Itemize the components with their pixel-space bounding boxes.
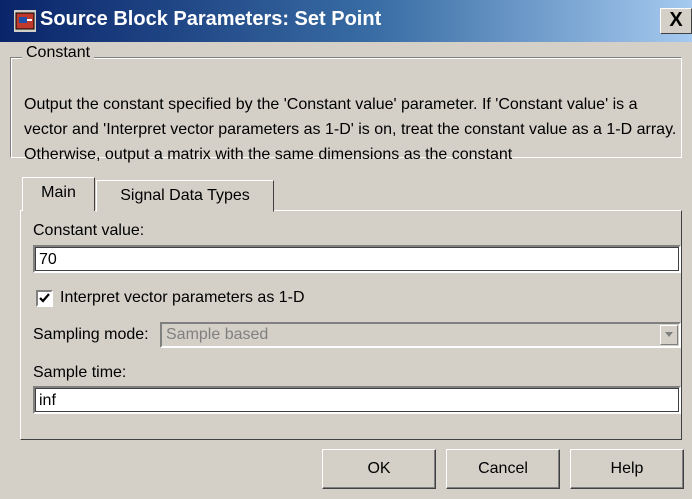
window-title: Source Block Parameters: Set Point	[40, 8, 382, 30]
constant-value-label: Constant value:	[33, 222, 145, 239]
close-icon: X	[669, 9, 683, 31]
tab-main[interactable]: Main	[22, 177, 95, 211]
sample-time-input[interactable]: inf	[33, 386, 681, 414]
help-button[interactable]: Help	[570, 449, 684, 489]
block-description: Output the constant specified by the 'Co…	[24, 96, 677, 163]
dropdown-button[interactable]	[660, 325, 678, 345]
ok-button[interactable]: OK	[322, 449, 436, 489]
sampling-mode-value: Sample based	[166, 326, 269, 343]
interpret-1d-label: Interpret vector parameters as 1-D	[60, 289, 305, 306]
close-button[interactable]: X	[660, 8, 692, 34]
cancel-button[interactable]: Cancel	[446, 449, 560, 489]
sampling-mode-label: Sampling mode:	[33, 326, 149, 343]
title-bar[interactable]: Source Block Parameters: Set Point X	[0, 0, 692, 43]
simulink-block-icon	[14, 10, 36, 32]
sample-time-label: Sample time:	[33, 364, 127, 381]
checkmark-icon	[39, 293, 50, 303]
group-legend: Constant	[22, 44, 95, 62]
tab-signal-data-types[interactable]: Signal Data Types	[96, 180, 274, 212]
constant-value-input[interactable]: 70	[33, 245, 681, 273]
interpret-1d-checkbox[interactable]	[36, 290, 53, 307]
sampling-mode-select[interactable]: Sample based	[160, 322, 681, 348]
chevron-down-icon	[665, 332, 673, 337]
